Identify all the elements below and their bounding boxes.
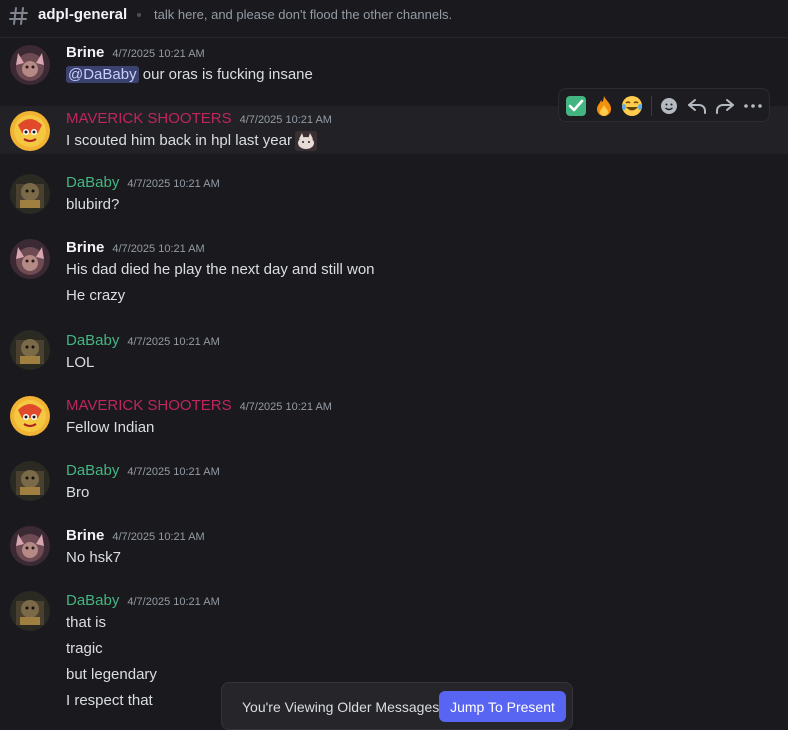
avatar[interactable] [10,461,50,501]
author-name[interactable]: Brine [66,44,104,61]
avatar[interactable] [10,174,50,214]
author-name[interactable]: DaBaby [66,174,119,191]
timestamp: 4/7/2025 10:21 AM [112,243,205,255]
add-reaction-icon[interactable] [657,94,681,118]
message-text: but legendary [66,666,157,683]
timestamp: 4/7/2025 10:21 AM [127,178,220,190]
channel-topic[interactable]: talk here, and please don't flood the ot… [154,7,452,22]
hash-icon [9,7,28,25]
avatar[interactable] [10,111,50,151]
jump-to-present-button[interactable]: Jump To Present [439,691,566,722]
timestamp: 4/7/2025 10:21 AM [127,466,220,478]
avatar[interactable] [10,239,50,279]
timestamp: 4/7/2025 10:21 AM [127,596,220,608]
timestamp: 4/7/2025 10:21 AM [239,114,332,126]
older-messages-banner: You're Viewing Older Messages Jump To Pr… [221,682,573,730]
message-text: I scouted him back in hpl last year [66,131,317,151]
author-name[interactable]: MAVERICK SHOOTERS [66,110,232,127]
channel-name[interactable]: adpl-general [38,6,127,23]
message-text: He crazy [66,287,126,304]
message-text: LOL [66,354,95,371]
channel-header: adpl-general talk here, and please don't… [0,0,788,38]
message-text-body: I scouted him back in hpl last year [66,131,292,149]
author-name[interactable]: DaBaby [66,462,119,479]
message-text-body: our oras is fucking insane [138,66,313,83]
header-divider-dot [137,13,141,17]
message-text: @DaBaby our oras is fucking insane [66,66,313,83]
message-text: His dad died he play the next day and st… [66,261,375,278]
message-text: that is [66,614,107,631]
message-item[interactable]: DaBaby 4/7/2025 10:21 AM blubird? [0,169,788,229]
message-item[interactable]: Brine 4/7/2025 10:21 AM His dad died he … [0,234,788,320]
author-name[interactable]: Brine [66,527,104,544]
avatar[interactable] [10,45,50,85]
timestamp: 4/7/2025 10:21 AM [112,531,205,543]
avatar[interactable] [10,591,50,631]
avatar[interactable] [10,330,50,370]
joy-emoji-icon[interactable] [620,94,644,118]
timestamp: 4/7/2025 10:21 AM [239,401,332,413]
message-item[interactable]: Brine 4/7/2025 10:21 AM No hsk7 [0,520,788,580]
message-item[interactable]: DaBaby 4/7/2025 10:21 AM Bro [0,455,788,515]
more-icon[interactable] [741,94,765,118]
author-name[interactable]: Brine [66,239,104,256]
message-text: Bro [66,484,90,501]
toolbar-divider [651,96,652,116]
avatar[interactable] [10,396,50,436]
message-text: I respect that [66,692,153,709]
user-mention[interactable]: @DaBaby [66,66,139,83]
message-text: tragic [66,640,103,657]
author-name[interactable]: DaBaby [66,332,119,349]
timestamp: 4/7/2025 10:21 AM [112,48,205,60]
fire-emoji-icon[interactable] [592,94,616,118]
chat-window: adpl-general talk here, and please don't… [0,0,788,730]
avatar[interactable] [10,526,50,566]
author-name[interactable]: DaBaby [66,592,119,609]
message-text: blubird? [66,196,120,213]
message-list[interactable]: Brine 4/7/2025 10:21 AM @DaBaby our oras… [0,39,788,730]
forward-icon[interactable] [713,94,737,118]
older-messages-text: You're Viewing Older Messages [242,699,440,715]
author-name[interactable]: MAVERICK SHOOTERS [66,397,232,414]
message-actions-toolbar [558,88,770,122]
message-text: No hsk7 [66,549,122,566]
message-text: Fellow Indian [66,419,155,436]
message-item[interactable]: DaBaby 4/7/2025 10:21 AM LOL [0,325,788,385]
timestamp: 4/7/2025 10:21 AM [127,336,220,348]
white-check-mark-emoji-icon[interactable] [564,94,588,118]
message-item[interactable]: MAVERICK SHOOTERS 4/7/2025 10:21 AM Fell… [0,390,788,450]
reply-icon[interactable] [685,94,709,118]
cat-emoji-icon[interactable] [294,131,317,151]
